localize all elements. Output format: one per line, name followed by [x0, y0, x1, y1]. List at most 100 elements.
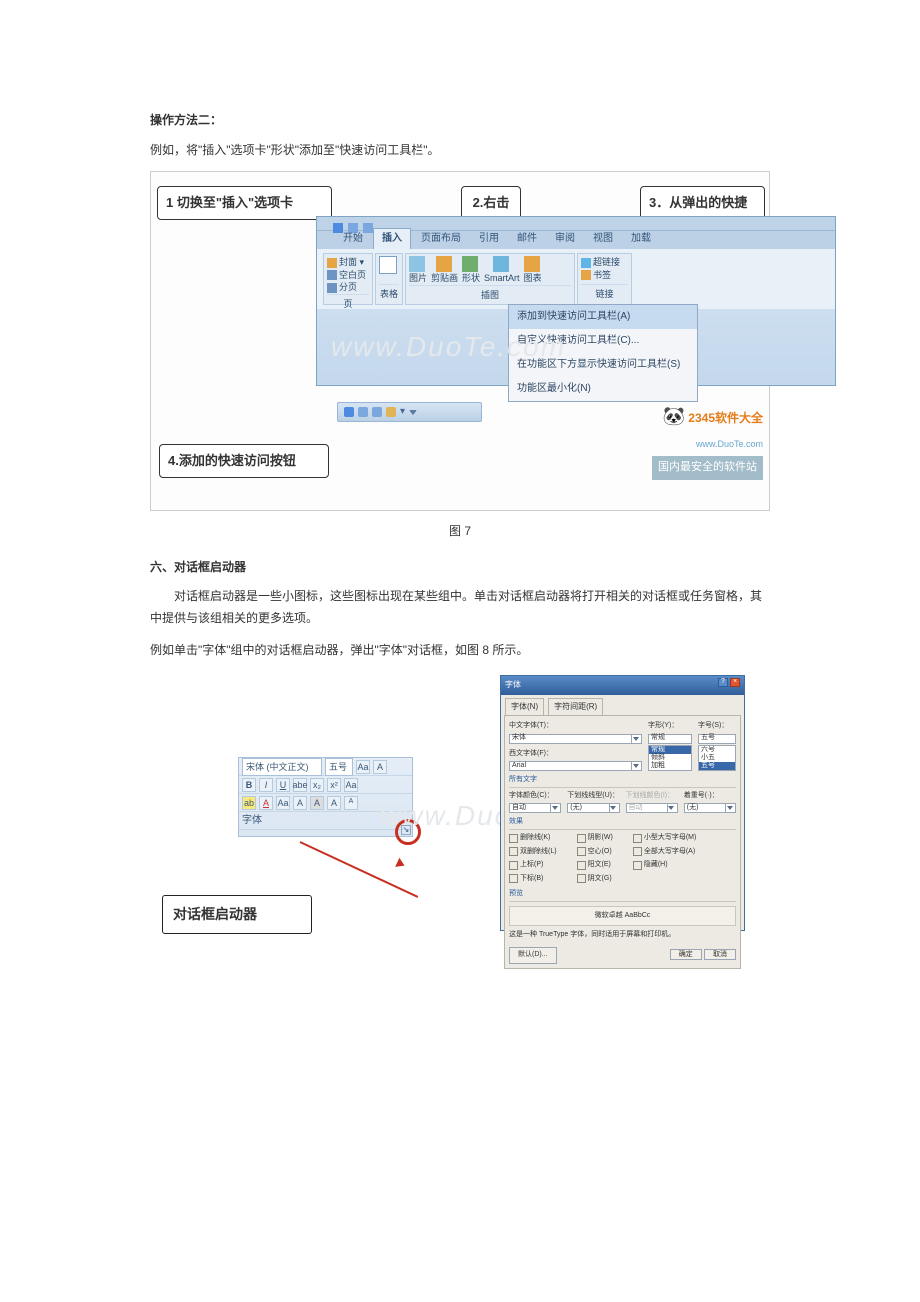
charshade-button[interactable]: A: [310, 796, 324, 810]
group-links: 超链接 书签 链接: [577, 253, 632, 305]
dlg-tab-spacing[interactable]: 字符间距(R): [548, 698, 603, 715]
chevron-down-icon[interactable]: [631, 762, 639, 770]
superscript-button[interactable]: x²: [327, 778, 341, 792]
chevron-down-icon[interactable]: [631, 735, 639, 743]
font-size-combo[interactable]: 五号: [325, 758, 353, 776]
tab-mailings[interactable]: 邮件: [509, 229, 545, 249]
group-table[interactable]: 表格: [375, 253, 403, 305]
blankpage-icon: [327, 270, 337, 280]
cancel-button[interactable]: 取消: [704, 949, 736, 960]
chk-smallcaps[interactable]: 小型大写字母(M): [633, 832, 697, 845]
tab-pagelayout[interactable]: 页面布局: [413, 229, 469, 249]
font-dialog: 字体 ? × 字体(N) 字符间距(R) 中文字体(T)： 宋体 西文字体(F)…: [500, 675, 745, 931]
help-icon[interactable]: ?: [718, 678, 728, 687]
input-underline[interactable]: (无): [567, 803, 619, 813]
chk-engrave[interactable]: 阴文(G): [577, 873, 613, 886]
highlight-button[interactable]: ab: [242, 796, 256, 810]
cover-icon: [327, 258, 337, 268]
smartart-icon[interactable]: [493, 256, 509, 272]
table-icon: [379, 256, 397, 274]
tab-references[interactable]: 引用: [471, 229, 507, 249]
bookmark-icon: [581, 270, 591, 280]
chk-strike[interactable]: 删除线(K): [509, 832, 557, 845]
chk-shadow[interactable]: 阴影(W): [577, 832, 613, 845]
font-dialog-title: 字体: [505, 678, 521, 692]
underline-button[interactable]: U: [276, 778, 290, 792]
font-group-name: 字体: [239, 812, 412, 830]
dlg-tab-font[interactable]: 字体(N): [505, 698, 544, 715]
ribbon-tabs: 开始 插入 页面布局 引用 邮件 审阅 视图 加载: [317, 231, 835, 249]
tab-home[interactable]: 开始: [335, 229, 371, 249]
shrink-font-button[interactable]: A: [344, 796, 358, 810]
ctx-add-to-qat[interactable]: 添加到快速访问工具栏(A): [509, 305, 697, 329]
tab-review[interactable]: 审阅: [547, 229, 583, 249]
italic-button[interactable]: I: [259, 778, 273, 792]
strike-button[interactable]: abe: [293, 778, 307, 792]
ctx-minimize-ribbon[interactable]: 功能区最小化(N): [509, 377, 697, 401]
chk-emboss[interactable]: 阳文(E): [577, 859, 613, 872]
ok-button[interactable]: 确定: [670, 949, 702, 960]
chk-hidden[interactable]: 隐藏(H): [633, 859, 697, 872]
heading-method2: 操作方法二：: [150, 110, 770, 132]
list-size[interactable]: 六号 小五 五号: [698, 745, 736, 771]
lbl-size: 字号(S)：: [698, 720, 736, 733]
quick-access-toolbar-result: ▾: [337, 402, 482, 422]
group-links-name: 链接: [581, 284, 628, 302]
redo-icon[interactable]: [372, 407, 382, 417]
bold-button[interactable]: B: [242, 778, 256, 792]
phonetic-button[interactable]: Aa: [276, 796, 290, 810]
font-ribbon-group: 宋体 (中文正文) 五号 Aa A B I U abe x₂ x² Aa ab …: [238, 757, 413, 837]
tab-insert[interactable]: 插入: [373, 228, 411, 249]
input-wfont[interactable]: Arial: [509, 761, 642, 771]
figure-7: 1 切换至"插入"选项卡 2.右击 3．从弹出的快捷菜单中选择该命令 开始 插入…: [150, 171, 770, 511]
input-size[interactable]: 五号: [698, 734, 736, 744]
list-style[interactable]: 常规 倾斜 加粗: [648, 745, 692, 771]
paragraph-1: 例如，将"插入"选项卡"形状"添加至"快速访问工具栏"。: [150, 140, 770, 162]
input-emphasis[interactable]: (无): [684, 803, 736, 813]
chk-super[interactable]: 上标(P): [509, 859, 557, 872]
font-name-combo[interactable]: 宋体 (中文正文): [242, 758, 322, 776]
site-slogan: 国内最安全的软件站: [652, 456, 763, 480]
undo-icon[interactable]: [358, 407, 368, 417]
charborder-button[interactable]: A: [293, 796, 307, 810]
save-icon[interactable]: [344, 407, 354, 417]
clear-format-icon[interactable]: A: [373, 760, 387, 774]
lbl-style: 字形(Y)：: [648, 720, 692, 733]
paragraph-2: 对话框启动器是一些小图标，这些图标出现在某些组中。单击对话框启动器将打开相关的对…: [150, 586, 770, 629]
texteffect-button[interactable]: Aa: [344, 778, 358, 792]
chk-outline[interactable]: 空心(O): [577, 846, 613, 859]
chk-dstrike[interactable]: 双删除线(L): [509, 846, 557, 859]
ctx-customize-qat[interactable]: 自定义快速访问工具栏(C)...: [509, 329, 697, 353]
tab-view[interactable]: 视图: [585, 229, 621, 249]
site-brand: 2345软件大全: [688, 411, 763, 425]
group-pages-name: 页: [327, 294, 369, 312]
grow-font-button[interactable]: A: [327, 796, 341, 810]
input-style[interactable]: 常规: [648, 734, 692, 744]
subscript-button[interactable]: x₂: [310, 778, 324, 792]
close-icon[interactable]: ×: [730, 678, 740, 687]
caption-fig7: 图 7: [150, 521, 770, 543]
chk-sub[interactable]: 下标(B): [509, 873, 557, 886]
fontcolor-button[interactable]: A: [259, 796, 273, 810]
shapes-icon[interactable]: [386, 407, 396, 417]
chevron-down-icon[interactable]: [550, 804, 558, 812]
chart-icon[interactable]: [524, 256, 540, 272]
lbl-wfont: 西文字体(F)：: [509, 748, 642, 761]
input-fontcolor[interactable]: 自动: [509, 803, 561, 813]
picture-icon[interactable]: [409, 256, 425, 272]
chevron-down-icon[interactable]: [725, 804, 733, 812]
default-button[interactable]: 默认(D)...: [509, 947, 557, 964]
input-cfont[interactable]: 宋体: [509, 734, 642, 744]
shapes-icon[interactable]: [462, 256, 478, 272]
change-case-icon[interactable]: Aa: [356, 760, 370, 774]
chk-allcaps[interactable]: 全部大写字母(A): [633, 846, 697, 859]
chevron-down-icon: [667, 804, 675, 812]
preview-title: 预览: [509, 888, 736, 902]
clipart-icon[interactable]: [436, 256, 452, 272]
chevron-down-icon[interactable]: [609, 804, 617, 812]
tab-addins[interactable]: 加载: [623, 229, 659, 249]
alltext-title: 所有文字: [509, 774, 736, 788]
group-illustrations: 图片 剪贴画 形状 SmartArt 图表 插图: [405, 253, 575, 305]
qat-dropdown-icon[interactable]: [409, 410, 417, 415]
ctx-show-below[interactable]: 在功能区下方显示快速访问工具栏(S): [509, 353, 697, 377]
